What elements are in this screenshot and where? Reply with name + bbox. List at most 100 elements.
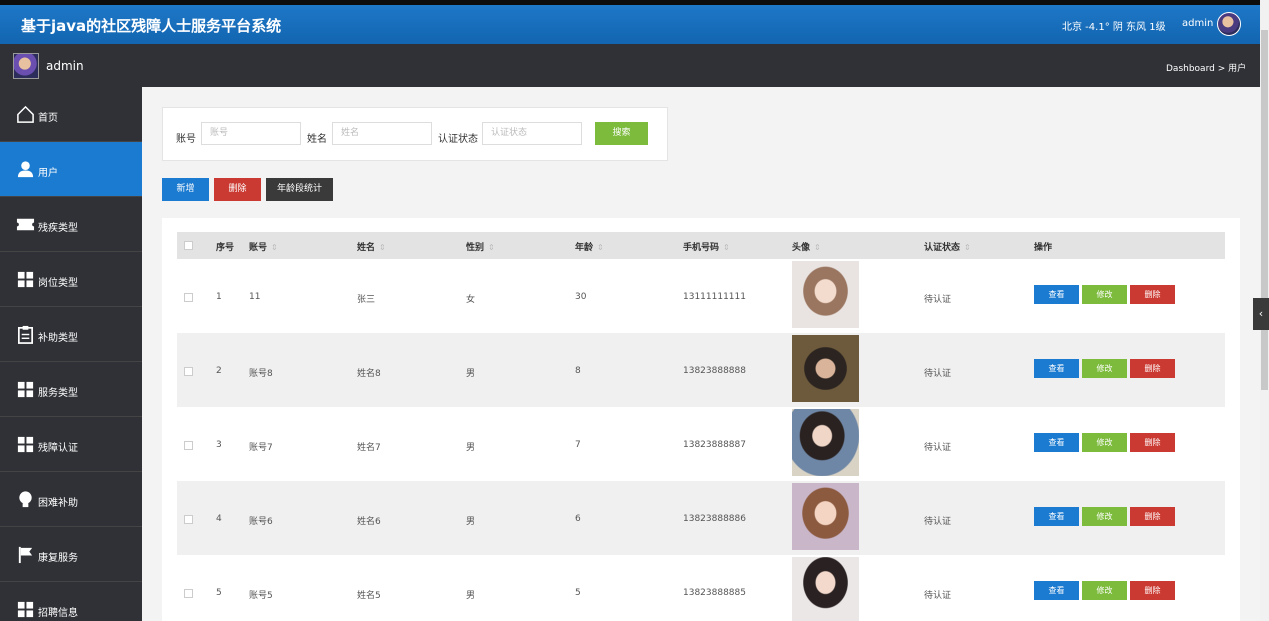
sort-icon: ⇕ (723, 243, 730, 252)
view-button[interactable]: 查看 (1034, 433, 1079, 452)
delete-button[interactable]: 删除 (1130, 581, 1175, 600)
cell-phone: 13823888885 (683, 588, 746, 598)
cell-account: 账号5 (249, 591, 273, 601)
sidebar-item-home[interactable]: 首页 (0, 87, 142, 142)
sidebar-item-subsidy-type[interactable]: 补助类型 (0, 307, 142, 362)
col-header-no: 序号 (216, 243, 235, 253)
delete-button[interactable]: 删除 (1130, 285, 1175, 304)
col-header-age[interactable]: 年龄 ⇕ (575, 240, 604, 253)
sidebar-item-hardship-subsidy[interactable]: 困难补助 (0, 472, 142, 527)
status-input[interactable]: 认证状态 (482, 122, 582, 145)
add-button[interactable]: 新增 (162, 178, 209, 201)
flag-icon (18, 546, 33, 564)
view-button[interactable]: 查看 (1034, 507, 1079, 526)
sidebar-item-label: 困难补助 (38, 498, 78, 509)
cell-status: 待认证 (924, 591, 952, 601)
select-all-checkbox[interactable] (184, 241, 193, 250)
sidebar-item-label: 用户 (38, 168, 58, 179)
age-stats-button[interactable]: 年龄段统计 (266, 178, 333, 201)
col-header-phone[interactable]: 手机号码 ⇕ (683, 240, 730, 253)
edit-button[interactable]: 修改 (1082, 433, 1127, 452)
cell-phone: 13111111111 (683, 292, 746, 302)
view-button[interactable]: 查看 (1034, 581, 1079, 600)
sidebar-item-disability-type[interactable]: 残疾类型 (0, 197, 142, 252)
scrollbar-thumb[interactable] (1261, 30, 1268, 390)
row-checkbox[interactable] (184, 589, 193, 598)
avatar-image (792, 483, 859, 550)
col-header-name[interactable]: 姓名 ⇕ (357, 240, 386, 253)
cell-account: 账号7 (249, 443, 273, 453)
edit-button[interactable]: 修改 (1082, 507, 1127, 526)
edit-button[interactable]: 修改 (1082, 359, 1127, 378)
breadcrumb: Dashboard > 用户 (1166, 64, 1247, 74)
row-checkbox[interactable] (184, 515, 193, 524)
cell-name: 张三 (357, 295, 376, 305)
avatar-image (792, 261, 859, 328)
delete-button[interactable]: 删除 (1130, 433, 1175, 452)
sort-icon: ⇕ (488, 243, 495, 252)
header-username[interactable]: admin (1182, 18, 1213, 29)
row-checkbox[interactable] (184, 367, 193, 376)
cell-account: 11 (249, 292, 261, 302)
name-input[interactable]: 姓名 (332, 122, 432, 145)
sidebar-item-recruitment[interactable]: 招聘信息 (0, 582, 142, 621)
edit-button[interactable]: 修改 (1082, 285, 1127, 304)
cell-no: 1 (216, 292, 222, 302)
sub-header: admin Dashboard > 用户 (0, 44, 1260, 87)
sidebar-item-label: 招聘信息 (38, 608, 78, 619)
row-checkbox[interactable] (184, 441, 193, 450)
chevron-left-icon[interactable]: ‹ (1253, 298, 1269, 330)
sidebar-item-rehab-service[interactable]: 康复服务 (0, 527, 142, 582)
cell-age: 8 (575, 366, 581, 376)
cell-gender: 男 (466, 591, 476, 601)
bulb-icon (19, 491, 32, 508)
cell-age: 30 (575, 292, 587, 302)
cell-phone: 13823888888 (683, 366, 746, 376)
table-row: 4 账号6 姓名6 男 6 13823888886 待认证 查看 修改 删除 (177, 481, 1225, 555)
delete-button[interactable]: 删除 (1130, 359, 1175, 378)
view-button[interactable]: 查看 (1034, 359, 1079, 378)
sort-icon: ⇕ (814, 243, 821, 252)
cell-age: 6 (575, 514, 581, 524)
edit-button[interactable]: 修改 (1082, 581, 1127, 600)
user-icon (17, 161, 34, 178)
cell-status: 待认证 (924, 517, 952, 527)
batch-delete-button[interactable]: 删除 (214, 178, 261, 201)
table-row: 5 账号5 姓名5 男 5 13823888885 待认证 查看 修改 删除 (177, 555, 1225, 621)
sidebar-item-label: 补助类型 (38, 333, 78, 344)
cell-gender: 女 (466, 295, 476, 305)
sidebar-item-label: 首页 (38, 113, 58, 124)
sidebar: 首页 用户 残疾类型 岗位类型 补助类型 服务类型 残障认证 困难补助 康复服务… (0, 87, 142, 621)
delete-button[interactable]: 删除 (1130, 507, 1175, 526)
cell-gender: 男 (466, 369, 476, 379)
search-button[interactable]: 搜索 (595, 122, 648, 145)
app-title: 基于java的社区残障人士服务平台系统 (21, 17, 282, 35)
col-header-avatar[interactable]: 头像 ⇕ (792, 240, 821, 253)
status-label: 认证状态 (438, 134, 478, 145)
table-row: 3 账号7 姓名7 男 7 13823888887 待认证 查看 修改 删除 (177, 407, 1225, 481)
header-avatar[interactable] (1217, 12, 1241, 36)
main-content: 账号 账号 姓名 姓名 认证状态 认证状态 搜索 新增 删除 年龄段统计 序号 … (142, 87, 1260, 621)
clipboard-icon (17, 325, 34, 344)
avatar-image (792, 557, 859, 621)
sidebar-item-job-type[interactable]: 岗位类型 (0, 252, 142, 307)
grid-icon (17, 271, 34, 288)
account-input[interactable]: 账号 (201, 122, 301, 145)
cell-no: 2 (216, 366, 222, 376)
avatar-image (792, 335, 859, 402)
cell-age: 7 (575, 440, 581, 450)
col-header-gender[interactable]: 性别 ⇕ (466, 240, 495, 253)
row-checkbox[interactable] (184, 293, 193, 302)
table-header: 序号 账号 ⇕ 姓名 ⇕ 性别 ⇕ 年龄 ⇕ 手机号码 ⇕ 头像 ⇕ 认证状态 ⇕ 操作 (177, 232, 1225, 259)
search-panel: 账号 账号 姓名 姓名 认证状态 认证状态 搜索 (162, 107, 668, 161)
sidebar-item-disability-cert[interactable]: 残障认证 (0, 417, 142, 472)
sidebar-item-user[interactable]: 用户 (0, 142, 142, 197)
col-header-status[interactable]: 认证状态 ⇕ (924, 240, 971, 253)
sidebar-item-label: 岗位类型 (38, 278, 78, 289)
top-header: 基于java的社区残障人士服务平台系统 北京 -4.1° 阴 东风 1级 adm… (0, 0, 1260, 44)
view-button[interactable]: 查看 (1034, 285, 1079, 304)
cell-name: 姓名8 (357, 369, 381, 379)
cell-account: 账号8 (249, 369, 273, 379)
sidebar-item-service-type[interactable]: 服务类型 (0, 362, 142, 417)
col-header-account[interactable]: 账号 ⇕ (249, 240, 278, 253)
